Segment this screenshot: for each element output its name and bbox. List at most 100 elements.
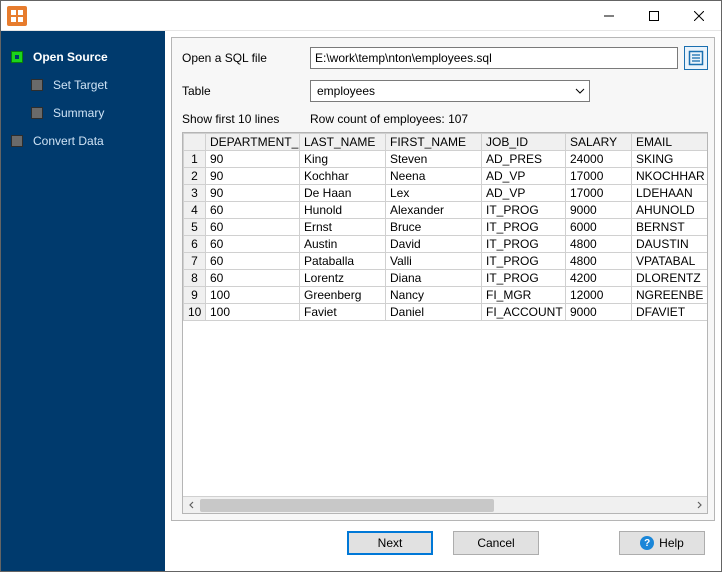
table-row[interactable]: 460HunoldAlexanderIT_PROG9000AHUNOLD — [184, 202, 708, 219]
row-number: 6 — [184, 236, 206, 253]
table-row[interactable]: 390De HaanLexAD_VP17000LDEHAAN — [184, 185, 708, 202]
cell[interactable]: Nancy — [386, 287, 482, 304]
col-header[interactable]: DEPARTMENT_ID — [206, 134, 300, 151]
step-open-source[interactable]: Open Source — [11, 43, 165, 71]
browse-file-button[interactable] — [684, 46, 708, 70]
cell[interactable]: AHUNOLD — [632, 202, 708, 219]
close-button[interactable] — [676, 1, 721, 30]
cell[interactable]: 60 — [206, 219, 300, 236]
cell[interactable]: 4200 — [566, 270, 632, 287]
help-button[interactable]: ? Help — [619, 531, 705, 555]
cell[interactable]: David — [386, 236, 482, 253]
cell[interactable]: 60 — [206, 236, 300, 253]
col-header[interactable]: SALARY — [566, 134, 632, 151]
cell[interactable]: Daniel — [386, 304, 482, 321]
table-row[interactable]: 760PataballaValliIT_PROG4800VPATABAL — [184, 253, 708, 270]
col-header[interactable]: EMAIL — [632, 134, 708, 151]
scroll-left-arrow-icon[interactable] — [183, 497, 200, 514]
cell[interactable]: DLORENTZ — [632, 270, 708, 287]
scroll-track[interactable] — [200, 497, 690, 514]
cell[interactable]: NGREENBE — [632, 287, 708, 304]
cell[interactable]: AD_VP — [482, 168, 566, 185]
cell[interactable]: 100 — [206, 304, 300, 321]
cell[interactable]: 60 — [206, 253, 300, 270]
cell[interactable]: LDEHAAN — [632, 185, 708, 202]
col-header[interactable]: LAST_NAME — [300, 134, 386, 151]
cell[interactable]: 17000 — [566, 168, 632, 185]
cell[interactable]: DAUSTIN — [632, 236, 708, 253]
cell[interactable]: 100 — [206, 287, 300, 304]
cell[interactable]: 6000 — [566, 219, 632, 236]
table-row[interactable]: 190KingStevenAD_PRES24000SKING — [184, 151, 708, 168]
cell[interactable]: 90 — [206, 151, 300, 168]
cell[interactable]: SKING — [632, 151, 708, 168]
table-row[interactable]: 290KochharNeenaAD_VP17000NKOCHHAR — [184, 168, 708, 185]
cell[interactable]: FI_ACCOUNT — [482, 304, 566, 321]
cell[interactable]: AD_PRES — [482, 151, 566, 168]
table-select[interactable]: employees — [310, 80, 590, 102]
cell[interactable]: Bruce — [386, 219, 482, 236]
cell[interactable]: Austin — [300, 236, 386, 253]
cell[interactable]: Steven — [386, 151, 482, 168]
rownum-header[interactable] — [184, 134, 206, 151]
cell[interactable]: Diana — [386, 270, 482, 287]
cell[interactable]: FI_MGR — [482, 287, 566, 304]
cell[interactable]: IT_PROG — [482, 202, 566, 219]
cell[interactable]: Alexander — [386, 202, 482, 219]
next-button[interactable]: Next — [347, 531, 433, 555]
cell[interactable]: 90 — [206, 185, 300, 202]
cell[interactable]: 90 — [206, 168, 300, 185]
cell[interactable]: Hunold — [300, 202, 386, 219]
step-summary[interactable]: Summary — [31, 99, 165, 127]
cancel-button[interactable]: Cancel — [453, 531, 539, 555]
table-row[interactable]: 660AustinDavidIT_PROG4800DAUSTIN — [184, 236, 708, 253]
maximize-button[interactable] — [631, 1, 676, 30]
table-row[interactable]: 9100GreenbergNancyFI_MGR12000NGREENBE — [184, 287, 708, 304]
titlebar — [1, 1, 721, 31]
cell[interactable]: IT_PROG — [482, 219, 566, 236]
step-set-target[interactable]: Set Target — [31, 71, 165, 99]
table-row[interactable]: 860LorentzDianaIT_PROG4200DLORENTZ — [184, 270, 708, 287]
cell[interactable]: 12000 — [566, 287, 632, 304]
row-number: 5 — [184, 219, 206, 236]
sql-file-input[interactable] — [310, 47, 678, 69]
cell[interactable]: Ernst — [300, 219, 386, 236]
cell[interactable]: AD_VP — [482, 185, 566, 202]
cell[interactable]: 9000 — [566, 304, 632, 321]
cell[interactable]: NKOCHHAR — [632, 168, 708, 185]
cell[interactable]: DFAVIET — [632, 304, 708, 321]
cell[interactable]: 9000 — [566, 202, 632, 219]
cell[interactable]: Valli — [386, 253, 482, 270]
cell[interactable]: 4800 — [566, 236, 632, 253]
cell[interactable]: King — [300, 151, 386, 168]
help-icon: ? — [640, 536, 654, 550]
step-label: Set Target — [53, 78, 107, 92]
table-row[interactable]: 10100FavietDanielFI_ACCOUNT9000DFAVIET — [184, 304, 708, 321]
scroll-thumb[interactable] — [200, 499, 494, 512]
cell[interactable]: Lex — [386, 185, 482, 202]
cell[interactable]: 60 — [206, 202, 300, 219]
cell[interactable]: Lorentz — [300, 270, 386, 287]
horizontal-scrollbar[interactable] — [183, 496, 707, 513]
cell[interactable]: VPATABAL — [632, 253, 708, 270]
cell[interactable]: IT_PROG — [482, 236, 566, 253]
cell[interactable]: Pataballa — [300, 253, 386, 270]
cell[interactable]: 60 — [206, 270, 300, 287]
col-header[interactable]: FIRST_NAME — [386, 134, 482, 151]
cell[interactable]: Greenberg — [300, 287, 386, 304]
cell[interactable]: IT_PROG — [482, 253, 566, 270]
cell[interactable]: IT_PROG — [482, 270, 566, 287]
cell[interactable]: BERNST — [632, 219, 708, 236]
table-row[interactable]: 560ErnstBruceIT_PROG6000BERNST — [184, 219, 708, 236]
col-header[interactable]: JOB_ID — [482, 134, 566, 151]
cell[interactable]: 4800 — [566, 253, 632, 270]
cell[interactable]: De Haan — [300, 185, 386, 202]
cell[interactable]: 17000 — [566, 185, 632, 202]
cell[interactable]: 24000 — [566, 151, 632, 168]
step-convert-data[interactable]: Convert Data — [11, 127, 165, 155]
cell[interactable]: Kochhar — [300, 168, 386, 185]
cell[interactable]: Neena — [386, 168, 482, 185]
cell[interactable]: Faviet — [300, 304, 386, 321]
minimize-button[interactable] — [586, 1, 631, 30]
scroll-right-arrow-icon[interactable] — [690, 497, 707, 514]
